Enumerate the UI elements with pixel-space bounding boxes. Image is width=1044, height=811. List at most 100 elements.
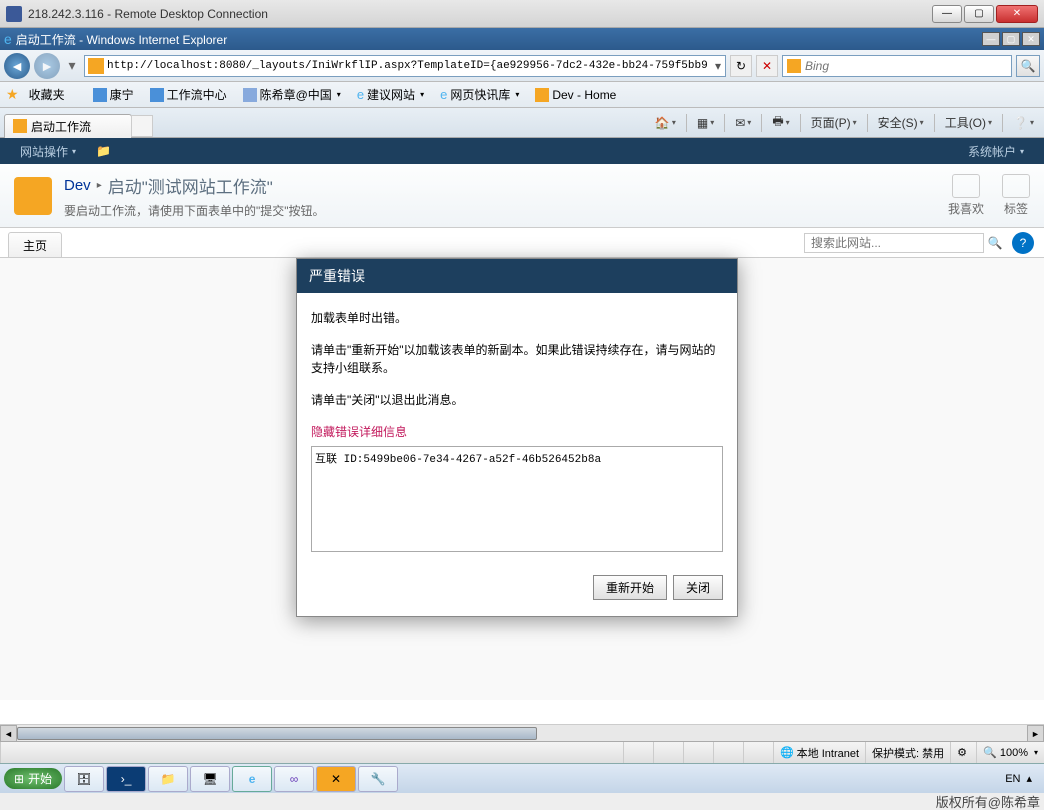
status-cell — [623, 742, 653, 763]
maximize-button[interactable]: ▢ — [964, 5, 994, 23]
scroll-thumb[interactable] — [17, 727, 537, 740]
fav-item-kangning[interactable]: 康宁 — [89, 84, 138, 105]
toggle-detail-link[interactable]: 隐藏错误详细信息 — [311, 423, 723, 440]
home-icon: 🏠 — [655, 116, 670, 130]
favorites-bar: ★ 收藏夹 康宁 工作流中心 陈希章@中国▾ e建议网站▾ e网页快讯库▾ De… — [0, 82, 1044, 108]
sp-search: 🔍 ? — [804, 228, 1044, 257]
taskbar-app-ie[interactable]: e — [232, 766, 272, 792]
favorites-star-icon[interactable]: ★ — [6, 86, 19, 103]
scroll-left-button[interactable]: ◄ — [0, 725, 17, 742]
site-actions-menu[interactable]: 网站操作▾ — [10, 140, 86, 163]
status-cell — [713, 742, 743, 763]
ie-close-button[interactable]: ✕ — [1022, 32, 1040, 46]
refresh-button[interactable]: ↻ — [730, 55, 752, 77]
tab-home[interactable]: 主页 — [8, 232, 62, 257]
site-favicon — [88, 58, 104, 74]
sp-help-button[interactable]: ? — [1012, 232, 1034, 254]
taskbar-app-powershell[interactable]: ›_ — [106, 766, 146, 792]
ie-icon: e — [357, 87, 364, 102]
favorites-label[interactable]: 收藏夹 — [29, 86, 65, 103]
page-menu[interactable]: 页面(P)▾ — [805, 112, 863, 133]
windows-logo-icon: ⊞ — [14, 772, 24, 786]
navigate-up-button[interactable]: 📁 — [86, 141, 121, 161]
sp-header: Dev ▸ 启动"测试网站工作流" 要启动工作流，请使用下面表单中的"提交"按钮… — [0, 164, 1044, 228]
tag-icon — [1002, 174, 1030, 198]
status-icon[interactable]: ⚙ — [950, 742, 976, 763]
taskbar-app-7[interactable]: ✕ — [316, 766, 356, 792]
ie-maximize-button[interactable]: ▢ — [1002, 32, 1020, 46]
restart-button[interactable]: 重新开始 — [593, 575, 667, 600]
chevron-right-icon: ▸ — [97, 180, 102, 191]
status-cell — [683, 742, 713, 763]
safety-menu[interactable]: 安全(S)▾ — [872, 112, 930, 133]
mail-button[interactable]: ✉▾ — [729, 114, 757, 132]
globe-icon: 🌐 — [780, 746, 794, 759]
command-bar: 🏠▾ ▦▾ ✉▾ 🖶▾ 页面(P)▾ 安全(S)▾ 工具(O)▾ ❔▾ — [649, 110, 1040, 135]
ie-page-title: 启动工作流 - Windows Internet Explorer — [16, 31, 982, 48]
taskbar-app-explorer[interactable]: 📁 — [148, 766, 188, 792]
status-text — [0, 742, 623, 763]
fav-item-devhome[interactable]: Dev - Home — [531, 86, 620, 104]
tray-icon[interactable]: ▴ — [1026, 772, 1032, 785]
nav-history-dropdown[interactable]: ▾ — [64, 55, 80, 77]
horizontal-scrollbar[interactable]: ◄ ► — [0, 724, 1044, 741]
windows-taskbar: ⊞开始 🗄 ›_ 📁 🖥 e ∞ ✕ 🔧 EN ▴ — [0, 763, 1044, 793]
address-dropdown[interactable]: ▾ — [711, 59, 725, 73]
taskbar-app-4[interactable]: 🖥 — [190, 766, 230, 792]
back-button[interactable]: ◄ — [4, 53, 30, 79]
watermark: 版权所有@陈希章 — [936, 793, 1040, 810]
account-menu[interactable]: 系统帐户▾ — [958, 140, 1034, 163]
home-button[interactable]: 🏠▾ — [649, 114, 682, 132]
lang-indicator[interactable]: EN — [1005, 773, 1020, 785]
error-dialog: 严重错误 加载表单时出错。 请单击"重新开始"以加载该表单的新副本。如果此错误持… — [296, 258, 738, 617]
page-title: 启动"测试网站工作流" — [108, 173, 273, 198]
rdc-icon — [6, 6, 22, 22]
taskbar-app-8[interactable]: 🔧 — [358, 766, 398, 792]
search-input[interactable] — [805, 59, 1011, 73]
help-button[interactable]: ❔▾ — [1007, 114, 1040, 132]
start-button[interactable]: ⊞开始 — [4, 768, 62, 789]
like-icon — [952, 174, 980, 198]
sp-content: 严重错误 加载表单时出错。 请单击"重新开始"以加载该表单的新副本。如果此错误持… — [0, 258, 1044, 700]
forward-button[interactable]: ► — [34, 53, 60, 79]
address-bar[interactable]: http://localhost:8080/_layouts/IniWrkflI… — [84, 55, 726, 77]
tools-menu[interactable]: 工具(O)▾ — [939, 112, 998, 133]
new-tab-button[interactable] — [131, 115, 153, 137]
taskbar-app-vs[interactable]: ∞ — [274, 766, 314, 792]
error-detail-textarea[interactable]: 互联 ID:5499be06-7e34-4267-a52f-46b526452b… — [311, 446, 723, 552]
error-message-3: 请单击"关闭"以退出此消息。 — [311, 391, 723, 409]
ie-tab-bar: 启动工作流 🏠▾ ▦▾ ✉▾ 🖶▾ 页面(P)▾ 安全(S)▾ 工具(O)▾ ❔… — [0, 108, 1044, 138]
minimize-button[interactable]: — — [932, 5, 962, 23]
sp-search-button[interactable]: 🔍 — [984, 232, 1006, 254]
protected-mode: 保护模式: 禁用 — [865, 742, 950, 763]
scroll-right-button[interactable]: ► — [1027, 725, 1044, 742]
fav-item-workflowcenter[interactable]: 工作流中心 — [146, 84, 231, 105]
ie-icon: e — [440, 87, 447, 102]
ie-minimize-button[interactable]: — — [982, 32, 1000, 46]
fav-item-chenxizhang[interactable]: 陈希章@中国▾ — [239, 84, 345, 105]
browser-tab[interactable]: 启动工作流 — [4, 114, 132, 138]
tag-button[interactable]: 标签 — [1002, 174, 1030, 217]
status-cell — [743, 742, 773, 763]
close-button[interactable]: ✕ — [996, 5, 1038, 23]
like-button[interactable]: 我喜欢 — [948, 174, 984, 217]
sp-site-logo[interactable] — [14, 177, 52, 215]
zone-indicator[interactable]: 🌐本地 Intranet — [773, 742, 865, 763]
ie-icon: e — [4, 31, 12, 47]
breadcrumb-root[interactable]: Dev — [64, 177, 91, 194]
feed-button[interactable]: ▦▾ — [691, 114, 720, 132]
search-box[interactable] — [782, 55, 1012, 77]
print-button[interactable]: 🖶▾ — [766, 110, 795, 135]
sp-search-input[interactable] — [804, 233, 984, 253]
zoom-level[interactable]: 🔍100%▾ — [976, 742, 1044, 763]
taskbar-app-1[interactable]: 🗄 — [64, 766, 104, 792]
page-subtitle: 要启动工作流，请使用下面表单中的"提交"按钮。 — [64, 202, 325, 219]
close-dialog-button[interactable]: 关闭 — [673, 575, 723, 600]
error-message-1: 加载表单时出错。 — [311, 309, 723, 327]
error-message-2: 请单击"重新开始"以加载该表单的新副本。如果此错误持续存在，请与网站的支持小组联… — [311, 341, 723, 377]
url-text[interactable]: http://localhost:8080/_layouts/IniWrkflI… — [107, 60, 711, 72]
fav-item-suggested[interactable]: e建议网站▾ — [353, 84, 428, 105]
search-button[interactable]: 🔍 — [1016, 55, 1040, 77]
fav-item-webslice[interactable]: e网页快讯库▾ — [436, 84, 523, 105]
stop-button[interactable]: ✕ — [756, 55, 778, 77]
